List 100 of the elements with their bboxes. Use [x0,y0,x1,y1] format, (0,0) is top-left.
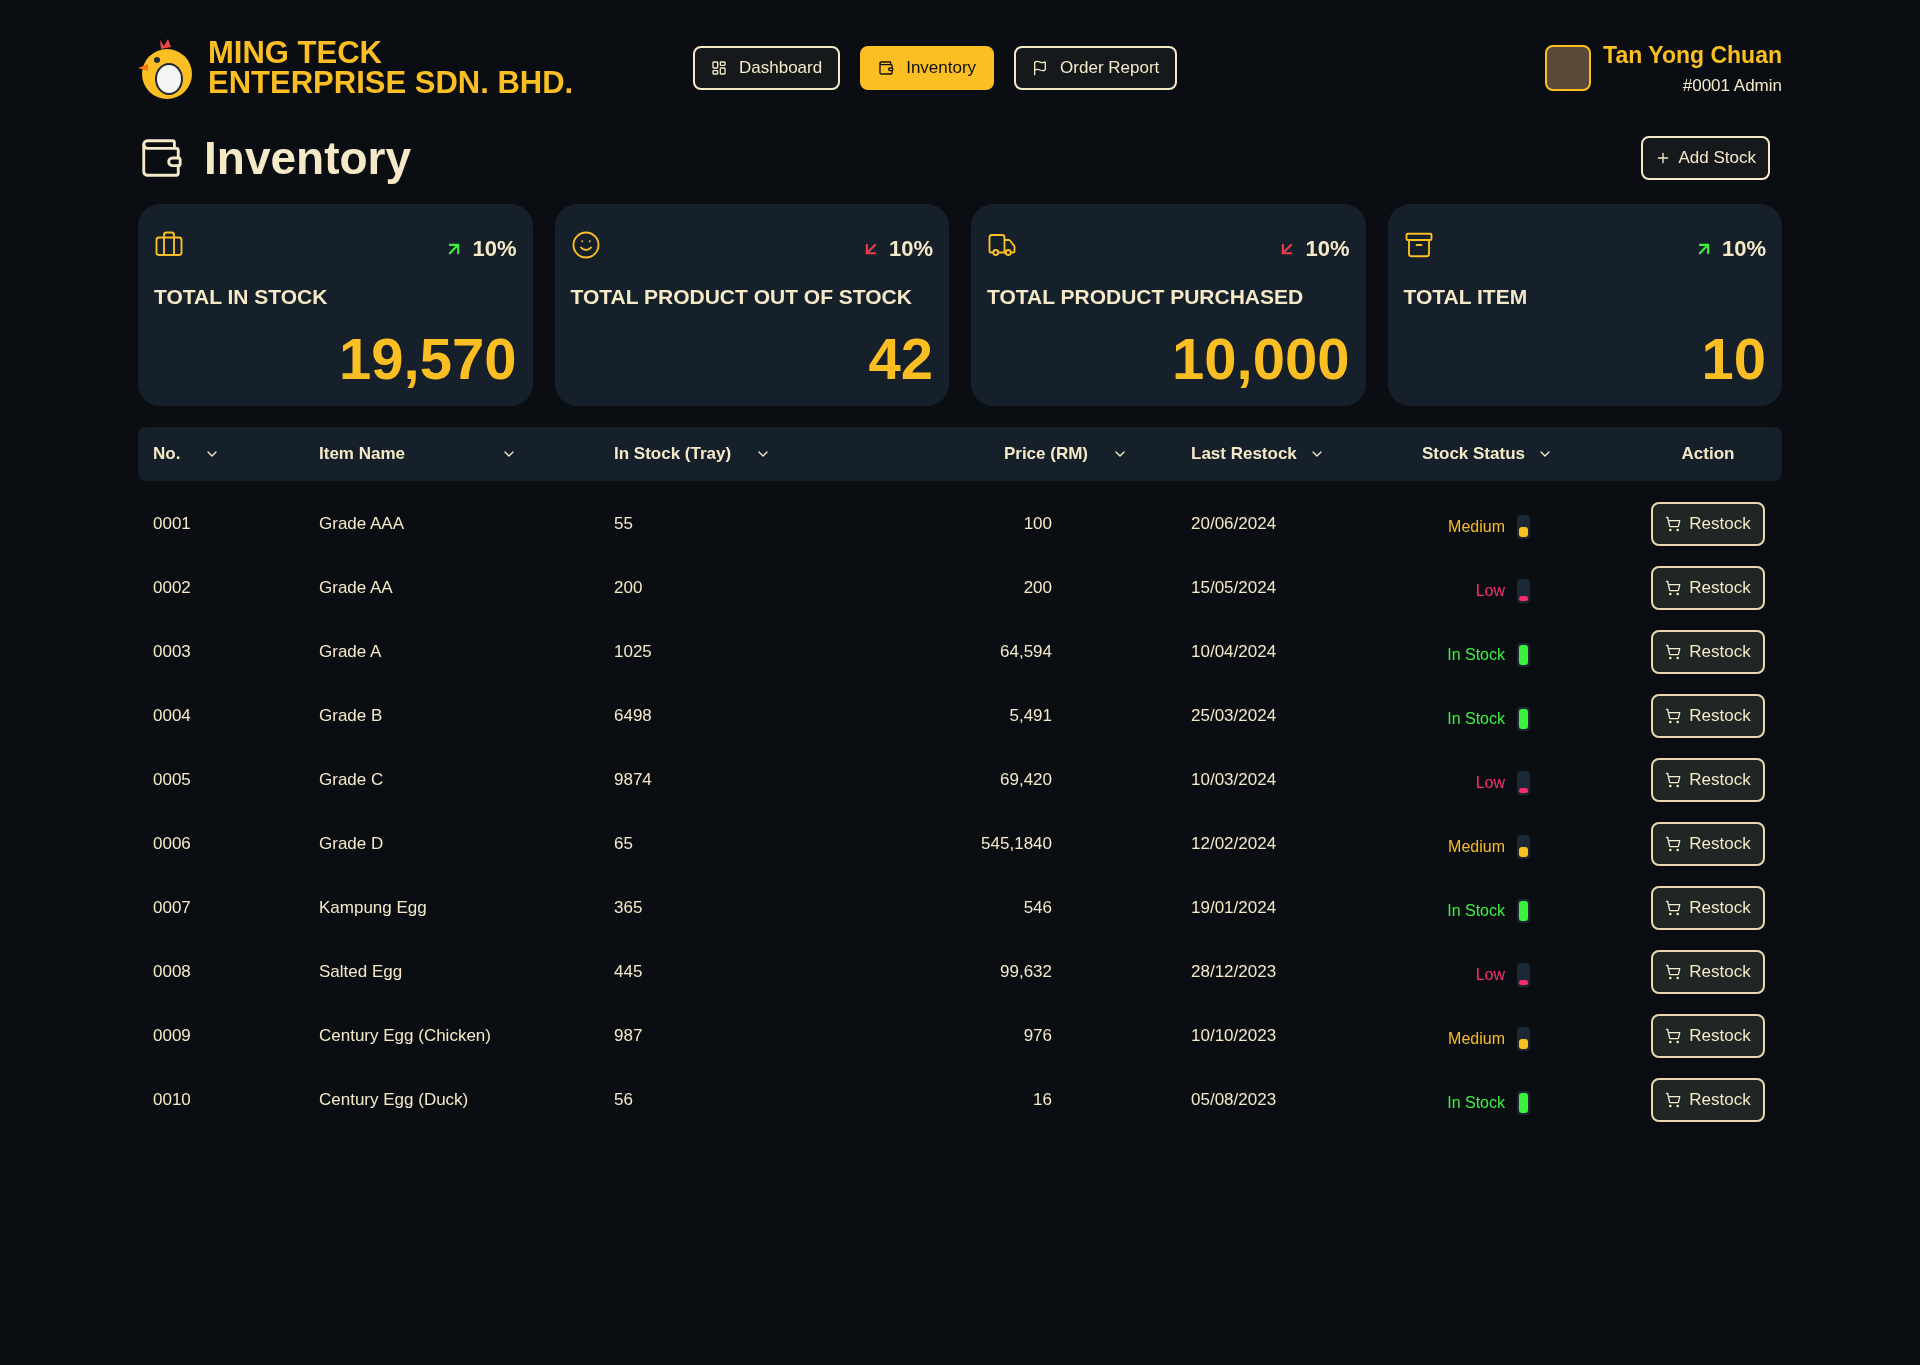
column-header[interactable]: No. [153,441,181,467]
stock-status: Low [1475,581,1505,601]
card-label: TOTAL IN STOCK [154,284,329,310]
brand-name: MING TECK [208,38,383,68]
table-cell-text: 55 [613,513,634,536]
add-stock-button[interactable]: Add Stock [1640,136,1770,180]
cart-icon [1665,1028,1682,1044]
stock-status: In Stock [1447,645,1505,665]
cart-icon [1665,580,1682,596]
stock-status: Medium [1448,517,1505,537]
table-cell-text: 0010 [152,1089,192,1112]
change-percent: 10% [1305,235,1350,263]
card-label: TOTAL PRODUCT OUT OF STOCK [570,284,913,310]
table-cell-text: 0002 [152,577,192,600]
cart-icon [1665,964,1682,980]
table-cell-text: 1025 [613,641,653,664]
stock-status: Medium [1448,837,1505,857]
cart-icon [1665,644,1682,660]
stock-status: In Stock [1447,901,1505,921]
change-percent: 10% [1721,235,1766,263]
brand-name: ENTERPRISE SDN. BHD. [208,68,574,98]
column-header[interactable]: Stock Status [1422,441,1525,467]
card-value: 19,570 [339,326,517,391]
table-cell-text: 0005 [152,769,192,792]
cart-icon [1665,772,1682,788]
table-cell-text: Grade B [318,705,384,728]
user-name: Tan Yong Chuan [1603,41,1782,70]
column-header[interactable]: In Stock (Tray) [614,441,732,467]
table-cell-text: 0009 [152,1025,192,1048]
table-cell-text: 200 [1022,577,1053,600]
table-cell-text: 56 [613,1089,634,1112]
column-header: Action [1681,443,1735,466]
table-cell-text: 10/03/2024 [1190,769,1278,792]
nav-tab[interactable]: Inventory [860,46,995,90]
restock-button[interactable]: Restock [1651,502,1765,546]
table-cell-text: 12/02/2024 [1190,833,1278,856]
table-cell-text: 976 [1022,1025,1053,1048]
table-cell-text: 65 [613,833,634,856]
restock-button[interactable]: Restock [1651,822,1765,866]
tab-icon [1032,60,1049,76]
column-header[interactable]: Price (RM) [1003,441,1088,467]
restock-button[interactable]: Restock [1651,1014,1765,1058]
stock-status: In Stock [1447,1093,1505,1113]
restock-button[interactable]: Restock [1651,1078,1765,1122]
table-cell-text: 16 [1032,1089,1053,1112]
table-cell-text: 365 [613,897,644,920]
restock-button[interactable]: Restock [1651,566,1765,610]
page-title: Inventory [204,130,412,186]
table-cell-text: 445 [613,961,644,984]
table-cell-text: Salted Egg [318,961,404,984]
restock-button[interactable]: Restock [1651,758,1765,802]
cart-icon [1665,708,1682,724]
table-cell-text: Kampung Egg [318,897,428,920]
stock-status: Medium [1448,1029,1505,1049]
table-cell-text: 25/03/2024 [1190,705,1278,728]
table-cell-text: 15/05/2024 [1190,577,1278,600]
card-label: TOTAL PRODUCT PURCHASED [987,284,1305,310]
restock-button[interactable]: Restock [1651,886,1765,930]
cart-icon [1665,900,1682,916]
table-cell-text: 987 [613,1025,644,1048]
table-cell-text: 6498 [613,705,653,728]
restock-button[interactable]: Restock [1651,630,1765,674]
card-value: 42 [868,326,933,391]
table-cell-text: 200 [613,577,644,600]
change-percent: 10% [472,235,517,263]
stock-status: Low [1475,773,1505,793]
table-cell-text: 100 [1022,513,1053,536]
stock-status: Low [1475,965,1505,985]
card-label: TOTAL ITEM [1403,284,1529,310]
tab-icon [878,60,895,76]
table-cell-text: 20/06/2024 [1190,513,1278,536]
table-cell-text: Grade AAA [318,513,406,536]
table-cell-text: 0008 [152,961,192,984]
table-cell-text: Grade C [318,769,385,792]
table-cell-text: Century Egg (Chicken) [318,1025,492,1048]
table-cell-text: 5,491 [1008,705,1053,728]
user-role: #0001 Admin [1682,74,1782,97]
avatar-photo-placeholder [1545,45,1592,91]
table-cell-text: 10/04/2024 [1190,641,1278,664]
table-cell-text: 9874 [613,769,653,792]
restock-button[interactable]: Restock [1651,694,1765,738]
table-cell-text: 64,594 [999,641,1053,664]
cart-icon [1665,1092,1682,1108]
column-header[interactable]: Last Restock [1191,441,1297,467]
table-cell-text: 0001 [152,513,192,536]
column-header[interactable]: Item Name [319,441,405,467]
table-cell-text: 546 [1022,897,1053,920]
table-cell-text: Grade A [318,641,383,664]
stock-status: In Stock [1447,709,1505,729]
nav-tab[interactable]: Dashboard [693,46,841,90]
cart-icon [1665,516,1682,532]
restock-button[interactable]: Restock [1651,950,1765,994]
change-percent: 10% [888,235,933,263]
tab-icon [711,60,727,76]
table-cell-text: 0004 [152,705,192,728]
nav-tab[interactable]: Order Report [1014,46,1178,90]
card-value: 10,000 [1172,326,1350,391]
table-cell-text: 69,420 [999,769,1053,792]
table-cell-text: 99,632 [999,961,1053,984]
table-cell-text: 19/01/2024 [1190,897,1278,920]
